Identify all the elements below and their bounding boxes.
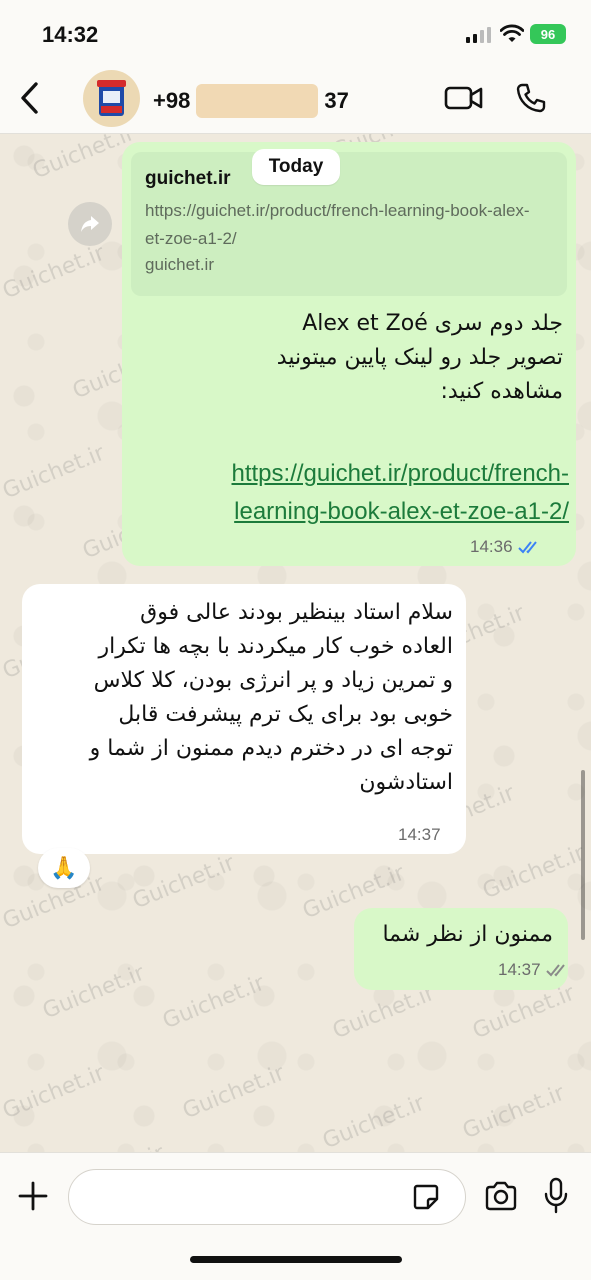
- camera-icon[interactable]: [484, 1181, 518, 1211]
- delivered-receipt-icon: [545, 964, 565, 977]
- message-meta: 14:37: [498, 960, 571, 980]
- forward-icon: [81, 216, 99, 232]
- forward-button[interactable]: [68, 202, 112, 246]
- read-receipt-icon: [517, 541, 537, 554]
- contact-name[interactable]: +98 37: [153, 84, 349, 118]
- contact-name-suffix: 37: [324, 88, 349, 113]
- scroll-indicator[interactable]: [581, 770, 585, 940]
- praying-hands-icon: 🙏: [50, 855, 78, 881]
- message-time: 14:36: [470, 537, 513, 556]
- message-meta: 14:37: [398, 825, 441, 845]
- reaction-badge[interactable]: 🙏: [38, 848, 90, 888]
- redacted-number: [196, 84, 319, 118]
- message-line: ممنون از نظر شما: [382, 922, 553, 947]
- message-text: سلام استاد بینظیر بودند عالی فوق العاده …: [23, 596, 453, 800]
- back-icon[interactable]: [14, 78, 46, 118]
- message-input[interactable]: [68, 1169, 466, 1225]
- message-text: ممنون از نظر شما: [382, 918, 553, 952]
- battery-level: 96: [540, 26, 556, 42]
- link-preview-domain: guichet.ir: [145, 255, 214, 274]
- message-line: تصویر جلد رو لینک پایین میتونید: [276, 345, 563, 370]
- sticker-icon[interactable]: [412, 1183, 440, 1211]
- message-line: جلد دوم سری Alex et Zoé: [302, 311, 563, 336]
- chat-header: +98 37: [0, 62, 591, 134]
- battery-icon: 96: [530, 24, 566, 44]
- voice-call-icon[interactable]: [515, 82, 547, 114]
- video-call-icon[interactable]: [444, 84, 484, 112]
- contact-name-prefix: +98: [153, 88, 191, 113]
- message-time: 14:37: [398, 825, 441, 844]
- message-line: مشاهده کنید:: [440, 379, 564, 404]
- contact-avatar[interactable]: [83, 70, 140, 127]
- plus-icon[interactable]: [16, 1179, 50, 1213]
- message-meta: 14:36: [470, 537, 543, 557]
- status-time: 14:32: [42, 22, 99, 47]
- link-preview-url: https://guichet.ir/product/french-learni…: [145, 201, 530, 248]
- link-preview-title: guichet.ir: [145, 168, 231, 189]
- message-line: توجه ای در دخترم دیدم ممنون از شما و: [89, 736, 453, 761]
- shop-icon: [97, 80, 126, 116]
- wifi-icon: [500, 24, 524, 42]
- date-separator: Today: [252, 149, 340, 185]
- message-line: العاده خوب کار میکردند با بچه ها تکرار: [98, 634, 453, 659]
- signal-icon: [466, 27, 491, 43]
- link-preview[interactable]: guichet.ir https://guichet.ir/product/fr…: [131, 152, 567, 296]
- message-line: سلام استاد بینظیر بودند عالی فوق: [140, 600, 453, 625]
- message-link-line[interactable]: https://guichet.ir/product/french-: [149, 455, 570, 493]
- microphone-icon[interactable]: [543, 1177, 569, 1215]
- message-link-line[interactable]: learning-book-alex-et-zoe-a1-2/: [149, 493, 569, 531]
- message-time: 14:37: [498, 960, 541, 979]
- message-line: استادشون: [359, 770, 453, 795]
- message-line: و تمرین زیاد و پر انرژی بودن، کلا کلاس: [93, 668, 453, 693]
- message-link[interactable]: https://guichet.ir/product/french- learn…: [149, 455, 570, 531]
- message-line: خوبی بود برای یک ترم پیشرفت قابل: [118, 702, 453, 727]
- home-indicator: [190, 1256, 402, 1263]
- message-text: جلد دوم سری Alex et Zoé تصویر جلد رو لین…: [143, 307, 563, 409]
- status-bar: 14:32 96: [0, 0, 591, 62]
